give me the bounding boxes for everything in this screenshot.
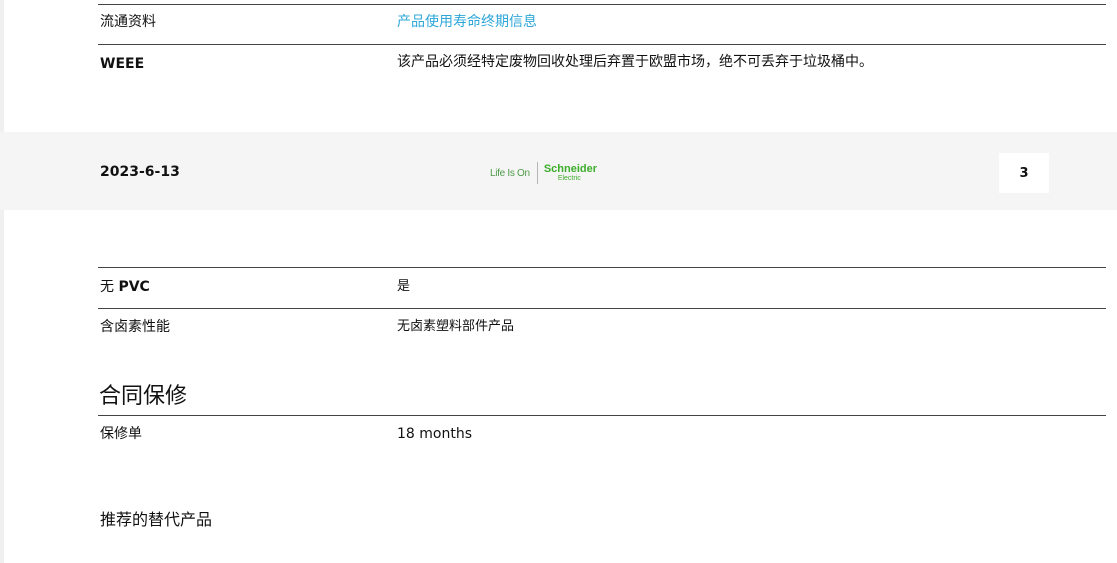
- spec-value-weee: 该产品必须经特定废物回收处理后弃置于欧盟市场，绝不可丢弃于垃圾桶中。: [397, 54, 873, 70]
- spec-value-warranty: 18 months: [397, 426, 472, 442]
- section-divider: [98, 415, 1106, 416]
- spec-label-pvc-free: 无 PVC: [100, 278, 150, 296]
- spec-label-circulation: 流通资料: [100, 14, 156, 30]
- spec-label-warranty: 保修单: [100, 426, 142, 442]
- section-title-alternatives: 推荐的替代产品: [100, 510, 213, 529]
- page-left-edge: [0, 0, 4, 563]
- table-divider: [98, 308, 1106, 309]
- logo-brand-sub: Electric: [557, 175, 581, 182]
- table-divider: [98, 267, 1106, 268]
- logo-divider: [536, 162, 538, 184]
- table-divider: [98, 4, 1106, 5]
- logo-brand: Schneider Electric: [543, 163, 597, 183]
- table-divider: [98, 44, 1106, 45]
- logo-tagline: Life Is On: [490, 167, 530, 179]
- spec-label-halogen: 含卤素性能: [100, 319, 170, 335]
- spec-value-pvc-free: 是: [397, 279, 411, 294]
- spec-label-pvc-free-text: 无 PVC: [100, 279, 150, 295]
- section-title-warranty: 合同保修: [99, 384, 188, 409]
- footer-date: 2023-6-13: [100, 164, 180, 180]
- spec-label-weee: WEEE: [100, 56, 145, 72]
- spec-value-halogen: 无卤素塑料部件产品: [397, 319, 515, 334]
- end-of-life-info-link[interactable]: 产品使用寿命终期信息: [397, 13, 537, 31]
- logo-brand-name: Schneider: [543, 163, 597, 175]
- schneider-logo: Life Is On Schneider Electric: [490, 160, 597, 186]
- page-number: 3: [999, 153, 1049, 193]
